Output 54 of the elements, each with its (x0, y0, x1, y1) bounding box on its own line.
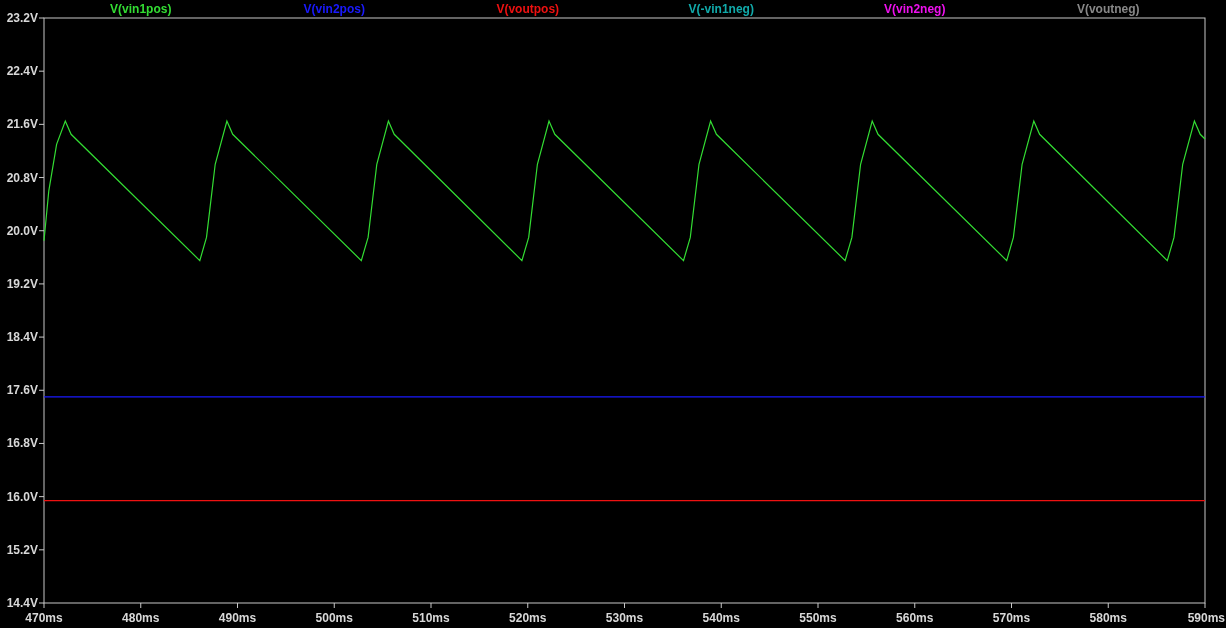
tick-mark (237, 602, 238, 609)
legend-label: V(vin2pos) (303, 2, 365, 16)
tick-mark (38, 389, 45, 391)
y-tick-label: 22.4V (6, 64, 38, 79)
y-tick-label: 15.2V (6, 542, 38, 557)
x-tick-label: 550ms (799, 611, 837, 625)
x-tick-label: 520ms (509, 611, 547, 625)
tick-mark (720, 602, 722, 609)
tick-mark (333, 602, 335, 609)
y-tick-label: 14.4V (6, 596, 38, 610)
tick-mark (38, 336, 45, 338)
legend-label: V(-vin1neg) (688, 2, 754, 16)
tick-mark (430, 602, 432, 609)
legend-label: V(voutpos) (496, 2, 560, 16)
tick-mark (1011, 602, 1012, 609)
tick-mark (38, 177, 45, 179)
tick-mark (817, 602, 819, 609)
tick-mark (38, 549, 45, 551)
tick-mark (527, 602, 529, 609)
tick-mark (914, 602, 916, 609)
x-tick-label: 540ms (702, 611, 740, 625)
tick-mark (38, 496, 45, 498)
tick-mark (38, 70, 45, 72)
tick-mark (38, 442, 45, 444)
x-tick-label: 510ms (412, 611, 450, 625)
y-tick-label: 19.2V (6, 276, 38, 291)
tick-mark (624, 602, 625, 609)
x-tick-label: 490ms (218, 611, 257, 625)
x-tick-label: 530ms (605, 611, 644, 625)
x-tick-label: 470ms (25, 611, 63, 625)
tick-mark (1204, 602, 1206, 609)
y-tick-label: 21.6V (6, 117, 38, 132)
y-tick-label: 20.0V (6, 223, 38, 238)
tick-mark (38, 283, 45, 285)
tick-mark (38, 123, 45, 125)
y-tick-label: 23.2V (6, 11, 38, 25)
x-tick-label: 570ms (992, 611, 1031, 625)
legend-label: V(voutneg) (1076, 2, 1140, 16)
x-tick-label: 590ms (1187, 611, 1225, 625)
x-tick-label: 580ms (1089, 611, 1127, 625)
x-tick-label: 480ms (122, 611, 160, 625)
legend-label: V(vin1pos) (110, 2, 172, 16)
y-tick-label: 20.8V (6, 170, 38, 185)
tick-mark (38, 230, 45, 232)
legend-label: V(vin2neg) (884, 2, 946, 16)
y-tick-label: 16.8V (6, 436, 38, 451)
y-tick-label: 18.4V (6, 330, 38, 345)
tick-mark (38, 17, 45, 19)
tick-mark (140, 602, 142, 609)
tick-mark (1107, 602, 1109, 609)
x-tick-label: 500ms (315, 611, 353, 625)
y-tick-label: 16.0V (6, 489, 38, 504)
x-tick-label: 560ms (896, 611, 934, 625)
y-tick-label: 17.6V (6, 383, 38, 398)
